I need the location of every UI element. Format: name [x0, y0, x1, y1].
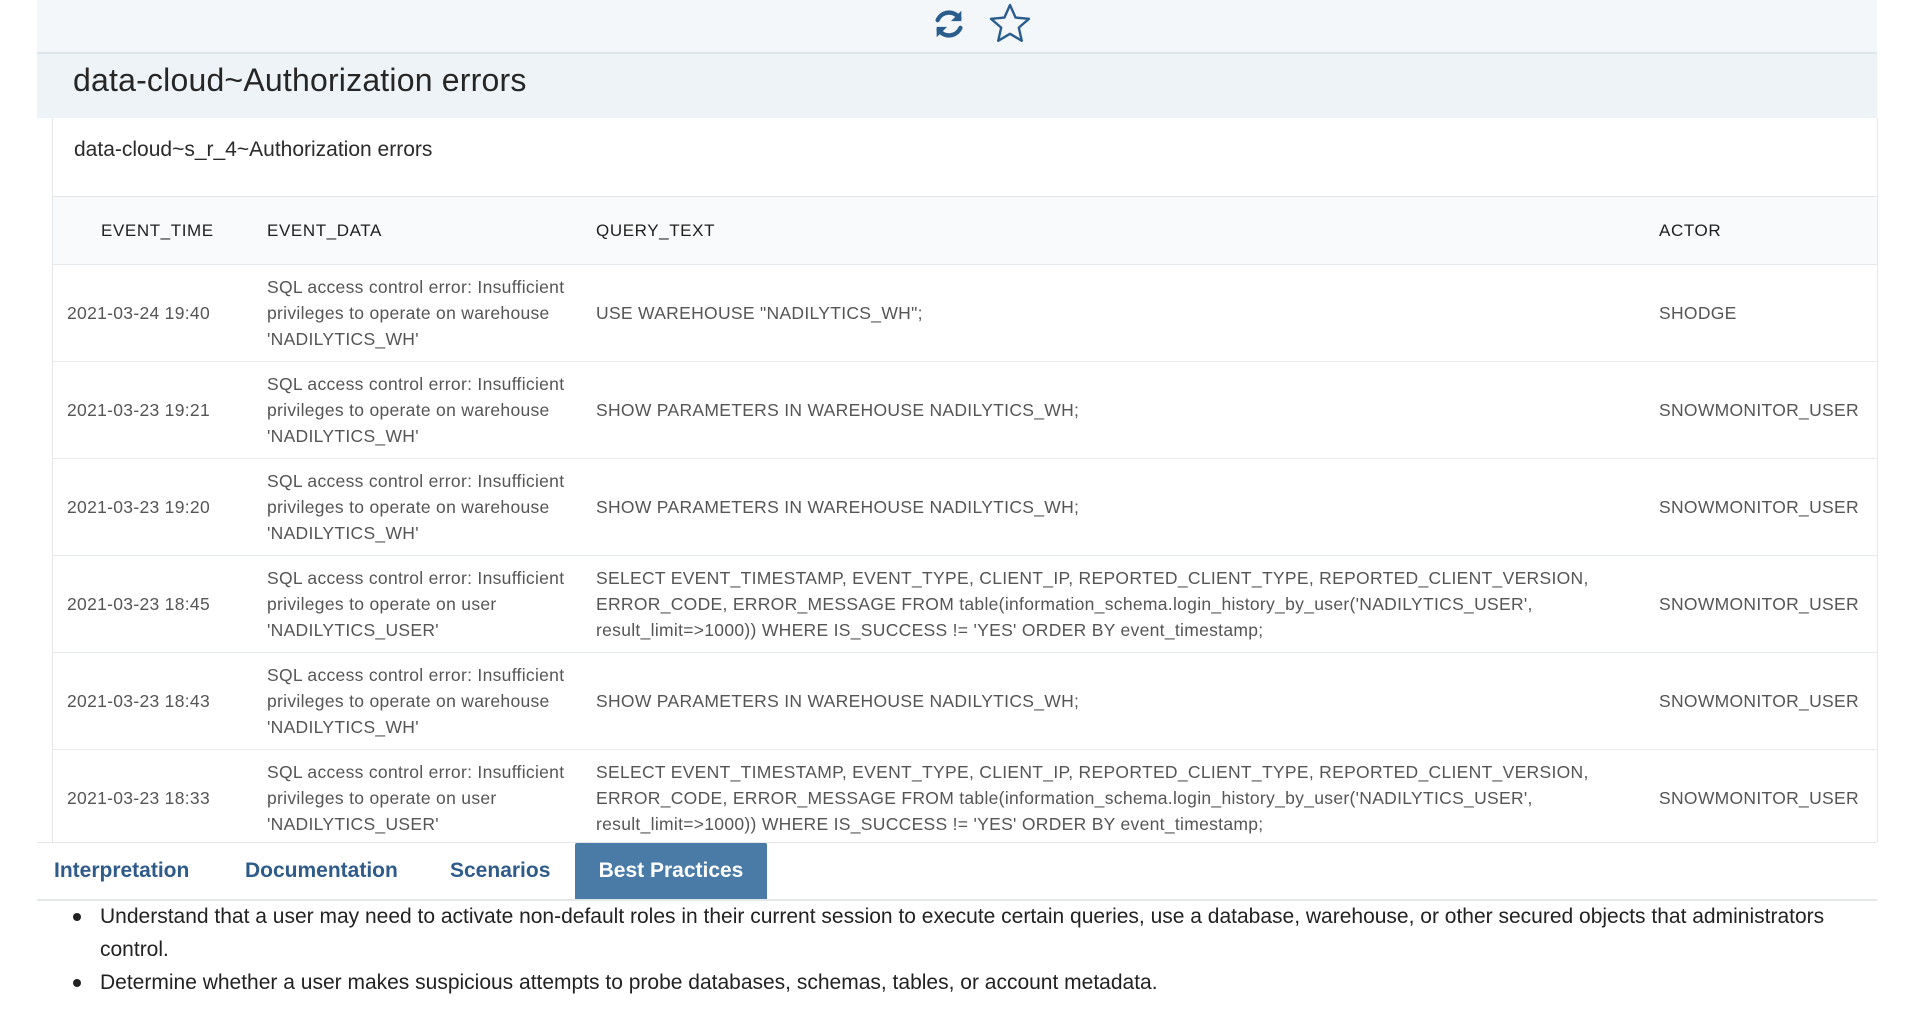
cell-actor: SNOWMONITOR_USER [1659, 555, 1877, 653]
cell-event-data: SQL access control error: Insufficient p… [253, 749, 596, 843]
tab-documentation[interactable]: Documentation [245, 843, 398, 899]
star-icon[interactable] [988, 2, 1032, 44]
cell-query-text: SHOW PARAMETERS IN WAREHOUSE NADILYTICS_… [596, 361, 1659, 459]
cell-event-time: 2021-03-23 19:21 [53, 361, 253, 459]
cell-event-data: SQL access control error: Insufficient p… [253, 555, 596, 653]
cell-actor: SNOWMONITOR_USER [1659, 458, 1877, 556]
column-header-query-text[interactable]: QUERY_TEXT [596, 197, 1659, 265]
info-tabs: Interpretation Documentation Scenarios B… [37, 842, 1877, 901]
table-row[interactable]: 2021-03-24 19:40 SQL access control erro… [53, 264, 1877, 362]
cell-event-time: 2021-03-23 18:45 [53, 555, 253, 653]
column-header-actor[interactable]: ACTOR [1659, 197, 1877, 265]
results-table-container[interactable]: EVENT_TIME EVENT_DATA QUERY_TEXT ACTOR 2… [53, 196, 1877, 843]
cell-event-time: 2021-03-24 19:40 [53, 264, 253, 362]
results-table: EVENT_TIME EVENT_DATA QUERY_TEXT ACTOR 2… [53, 197, 1877, 843]
tab-interpretation[interactable]: Interpretation [54, 843, 189, 899]
cell-event-data: SQL access control error: Insufficient p… [253, 264, 596, 362]
tab-best-practices[interactable]: Best Practices [575, 843, 767, 899]
cell-actor: SNOWMONITOR_USER [1659, 652, 1877, 750]
best-practices-content: Understand that a user may need to activ… [37, 900, 1877, 999]
table-row[interactable]: 2021-03-23 18:33 SQL access control erro… [53, 749, 1877, 843]
app-frame: data-cloud~Authorization errors data-clo… [37, 0, 1878, 1028]
table-header-row: EVENT_TIME EVENT_DATA QUERY_TEXT ACTOR [53, 197, 1877, 265]
best-practices-list: Understand that a user may need to activ… [37, 900, 1877, 999]
table-row[interactable]: 2021-03-23 18:45 SQL access control erro… [53, 555, 1877, 653]
list-item: Determine whether a user makes suspiciou… [37, 966, 1877, 999]
cell-event-data: SQL access control error: Insufficient p… [253, 361, 596, 459]
cell-query-text: SELECT EVENT_TIMESTAMP, EVENT_TYPE, CLIE… [596, 555, 1659, 653]
cell-query-text: SHOW PARAMETERS IN WAREHOUSE NADILYTICS_… [596, 458, 1659, 556]
tab-scenarios[interactable]: Scenarios [450, 843, 550, 899]
table-row[interactable]: 2021-03-23 19:21 SQL access control erro… [53, 361, 1877, 459]
cell-event-data: SQL access control error: Insufficient p… [253, 652, 596, 750]
page-title: data-cloud~Authorization errors [73, 62, 527, 98]
column-header-event-data[interactable]: EVENT_DATA [253, 197, 596, 265]
list-item: Understand that a user may need to activ… [37, 900, 1877, 966]
title-bar: data-cloud~Authorization errors [37, 54, 1877, 118]
cell-event-time: 2021-03-23 18:33 [53, 749, 253, 843]
table-row[interactable]: 2021-03-23 19:20 SQL access control erro… [53, 458, 1877, 556]
cell-actor: SHODGE [1659, 264, 1877, 362]
cell-event-time: 2021-03-23 18:43 [53, 652, 253, 750]
results-panel: data-cloud~s_r_4~Authorization errors EV… [52, 118, 1878, 843]
refresh-icon[interactable] [930, 5, 968, 43]
column-header-event-time[interactable]: EVENT_TIME [53, 197, 253, 265]
cell-actor: SNOWMONITOR_USER [1659, 749, 1877, 843]
panel-subtitle: data-cloud~s_r_4~Authorization errors [74, 138, 433, 161]
toolbar [37, 0, 1877, 54]
table-row[interactable]: 2021-03-23 18:43 SQL access control erro… [53, 652, 1877, 750]
cell-actor: SNOWMONITOR_USER [1659, 361, 1877, 459]
cell-event-data: SQL access control error: Insufficient p… [253, 458, 596, 556]
cell-query-text: USE WAREHOUSE "NADILYTICS_WH"; [596, 264, 1659, 362]
cell-query-text: SHOW PARAMETERS IN WAREHOUSE NADILYTICS_… [596, 652, 1659, 750]
cell-query-text: SELECT EVENT_TIMESTAMP, EVENT_TYPE, CLIE… [596, 749, 1659, 843]
cell-event-time: 2021-03-23 19:20 [53, 458, 253, 556]
